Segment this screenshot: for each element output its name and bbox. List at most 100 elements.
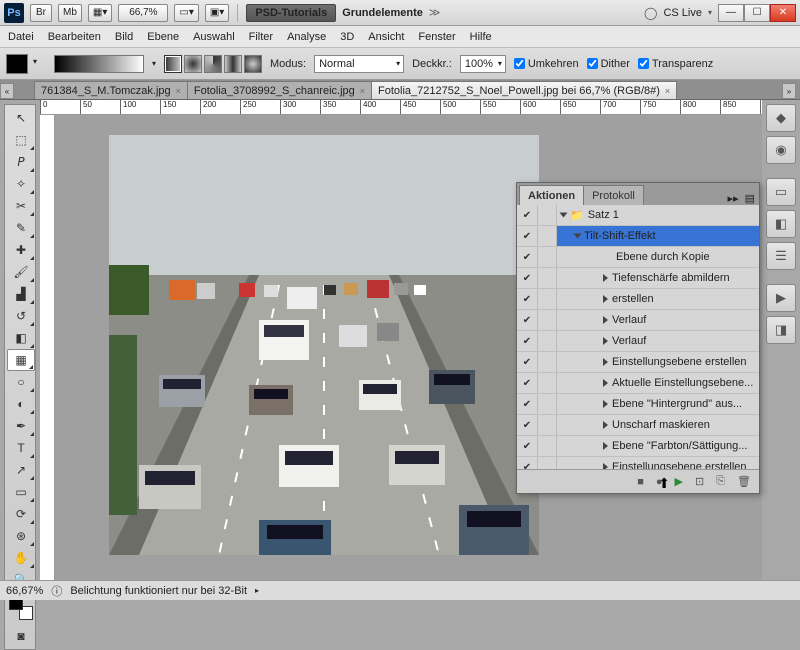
action-row[interactable]: ✔ erstellen <box>517 289 759 310</box>
toggle-checkbox[interactable]: ✔ <box>517 399 537 410</box>
disclosure-icon[interactable] <box>603 295 608 303</box>
disclosure-icon[interactable] <box>603 379 608 387</box>
dialog-toggle[interactable] <box>537 436 557 456</box>
chevron-right-icon[interactable]: ≫ <box>429 6 441 19</box>
menu-ebene[interactable]: Ebene <box>147 31 179 43</box>
tool-hand[interactable]: ✋ <box>7 547 35 569</box>
action-row[interactable]: ✔ Verlauf <box>517 331 759 352</box>
tab-protokoll[interactable]: Protokoll <box>583 185 644 205</box>
dock-icon-6[interactable]: ◨ <box>766 316 796 344</box>
menu-hilfe[interactable]: Hilfe <box>470 31 492 43</box>
tool-history[interactable]: ↺ <box>7 305 35 327</box>
toggle-checkbox[interactable]: ✔ <box>517 294 537 305</box>
record-button[interactable]: ● <box>656 476 663 488</box>
quick-mask-button[interactable]: ◙ <box>7 625 35 647</box>
new-set-button[interactable]: ⊡ <box>695 475 704 488</box>
dock-icon-3[interactable]: ◧ <box>766 210 796 238</box>
dock-icon-1[interactable]: ◉ <box>766 136 796 164</box>
dock-icon-4[interactable]: ☰ <box>766 242 796 270</box>
dialog-toggle[interactable] <box>537 373 557 393</box>
view-extras-button[interactable]: ▦▾ <box>88 4 112 22</box>
disclosure-icon[interactable] <box>603 421 608 429</box>
action-row[interactable]: ✔ Einstellungsebene erstellen <box>517 457 759 469</box>
dialog-toggle[interactable] <box>537 352 557 372</box>
tabs-scroll-right[interactable]: » <box>782 83 796 99</box>
stop-button[interactable]: ■ <box>637 476 644 488</box>
document-tab[interactable]: 761384_S_M.Tomczak.jpg× <box>34 81 188 99</box>
dock-icon-2[interactable]: ▭ <box>766 178 796 206</box>
dialog-toggle[interactable] <box>537 226 557 246</box>
toggle-checkbox[interactable]: ✔ <box>517 420 537 431</box>
ruler-horizontal[interactable]: 0501001502002503003504004505005506006507… <box>40 100 762 115</box>
disclosure-icon[interactable] <box>603 316 608 324</box>
toggle-checkbox[interactable]: ✔ <box>517 336 537 347</box>
panel-collapse-icon[interactable]: ▸▸ <box>728 192 739 205</box>
toggle-checkbox[interactable]: ✔ <box>517 231 537 242</box>
action-row[interactable]: ✔ Unscharf maskieren <box>517 415 759 436</box>
dialog-toggle[interactable] <box>537 310 557 330</box>
actions-list[interactable]: ✔📁 Satz 1✔ Tilt-Shift-Effekt✔ Ebene durc… <box>517 205 759 469</box>
menu-datei[interactable]: Datei <box>8 31 34 43</box>
toggle-checkbox[interactable]: ✔ <box>517 441 537 452</box>
tool-heal[interactable]: ✚ <box>7 239 35 261</box>
tool-wand[interactable]: ✧ <box>7 173 35 195</box>
dialog-toggle[interactable] <box>537 205 557 225</box>
tool-3d[interactable]: ⟳ <box>7 503 35 525</box>
tool-eraser[interactable]: ◧ <box>7 327 35 349</box>
blend-mode-select[interactable]: Normal <box>314 55 404 73</box>
tool-shape[interactable]: ▭ <box>7 481 35 503</box>
gradient-picker[interactable] <box>54 55 144 73</box>
dialog-toggle[interactable] <box>537 268 557 288</box>
tool-crop[interactable]: ✂ <box>7 195 35 217</box>
gradient-linear[interactable] <box>164 55 182 73</box>
dialog-toggle[interactable] <box>537 289 557 309</box>
menu-filter[interactable]: Filter <box>249 31 273 43</box>
close-icon[interactable]: × <box>665 86 670 96</box>
disclosure-icon[interactable] <box>603 337 608 345</box>
zoom-level-field[interactable]: 66,7% <box>118 4 168 22</box>
document-tab[interactable]: Fotolia_7212752_S_Noel_Powell.jpg bei 66… <box>371 81 677 99</box>
transparency-checkbox[interactable]: Transparenz <box>638 58 713 70</box>
toggle-checkbox[interactable]: ✔ <box>517 315 537 326</box>
delete-button[interactable]: 🗑 <box>737 475 751 488</box>
action-row[interactable]: ✔ Tiefenschärfe abmildern <box>517 268 759 289</box>
dialog-toggle[interactable] <box>537 247 557 267</box>
tool-stamp[interactable]: ▟ <box>7 283 35 305</box>
document-canvas[interactable] <box>109 135 539 555</box>
tool-blur[interactable]: ○ <box>7 371 35 393</box>
toggle-checkbox[interactable]: ✔ <box>517 210 537 221</box>
gradient-diamond[interactable] <box>244 55 262 73</box>
minibridge-button[interactable]: Mb <box>58 4 82 22</box>
dialog-toggle[interactable] <box>537 394 557 414</box>
close-button[interactable]: ✕ <box>770 4 796 22</box>
bridge-button[interactable]: Br <box>30 4 52 22</box>
tool-eyedropper[interactable]: ✎ <box>7 217 35 239</box>
screen-mode-button[interactable]: ▣▾ <box>205 4 229 22</box>
disclosure-icon[interactable] <box>603 400 608 408</box>
tool-pen[interactable]: ✒ <box>7 415 35 437</box>
tool-gradient[interactable]: ▦ <box>7 349 35 371</box>
opacity-field[interactable]: 100% <box>460 55 506 73</box>
menu-fenster[interactable]: Fenster <box>418 31 455 43</box>
minimize-button[interactable]: — <box>718 4 744 22</box>
toggle-checkbox[interactable]: ✔ <box>517 273 537 284</box>
menu-ansicht[interactable]: Ansicht <box>368 31 404 43</box>
menu-analyse[interactable]: Analyse <box>287 31 326 43</box>
toggle-checkbox[interactable]: ✔ <box>517 252 537 263</box>
toggle-checkbox[interactable]: ✔ <box>517 378 537 389</box>
status-zoom[interactable]: 66,67% <box>6 585 43 597</box>
tab-aktionen[interactable]: Aktionen <box>519 185 584 205</box>
action-row[interactable]: ✔ Aktuelle Einstellungsebene... <box>517 373 759 394</box>
dock-icon-0[interactable]: ◆ <box>766 104 796 132</box>
menu-bearbeiten[interactable]: Bearbeiten <box>48 31 101 43</box>
tool-lasso[interactable]: 𝘗 <box>7 151 35 173</box>
close-icon[interactable]: × <box>176 86 181 96</box>
tool-move[interactable]: ↖ <box>7 107 35 129</box>
ruler-vertical[interactable] <box>40 115 55 580</box>
dialog-toggle[interactable] <box>537 457 557 469</box>
toggle-checkbox[interactable]: ✔ <box>517 357 537 368</box>
action-row[interactable]: ✔ Tilt-Shift-Effekt <box>517 226 759 247</box>
reverse-checkbox[interactable]: Umkehren <box>514 58 579 70</box>
disclosure-icon[interactable] <box>603 358 608 366</box>
dialog-toggle[interactable] <box>537 415 557 435</box>
